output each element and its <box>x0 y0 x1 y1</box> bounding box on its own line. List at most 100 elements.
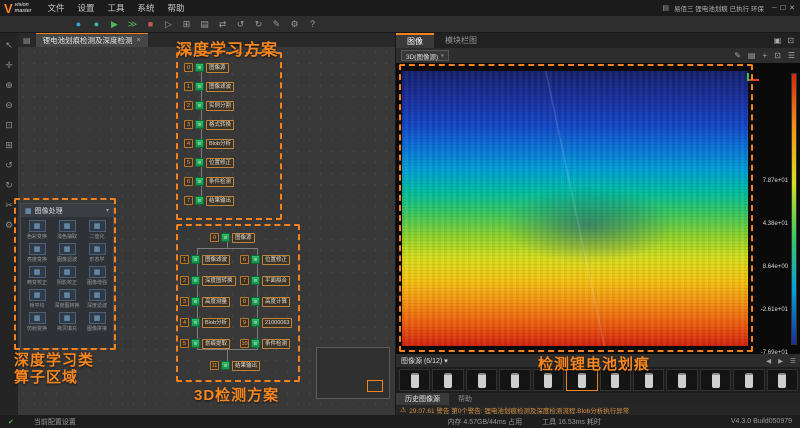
palette-item[interactable]: ▦ 畸变校正 <box>23 266 51 286</box>
viewer-tab-模块栏图[interactable]: 模块栏图 <box>434 33 488 48</box>
expand-icon[interactable]: ⊡ <box>787 36 794 45</box>
flow-node[interactable]: 1 图像滤波 <box>180 254 231 265</box>
prev-image-icon[interactable]: ◀ <box>766 357 771 365</box>
palette-item[interactable]: ▦ 图像增强 <box>83 266 111 286</box>
palette-item[interactable]: ▦ 深度滤波 <box>83 289 111 309</box>
crosshair-icon[interactable]: + <box>762 51 767 60</box>
run-once-icon[interactable]: ▶ <box>108 17 121 32</box>
redo-icon[interactable]: ↻ <box>252 17 265 32</box>
pan-icon[interactable]: ✛ <box>5 61 13 70</box>
thumbnail-2[interactable] <box>432 369 464 391</box>
swap-icon[interactable]: ⇄ <box>216 17 229 32</box>
strip-menu-icon[interactable]: ☰ <box>790 357 796 365</box>
maximize-icon[interactable]: ☐ <box>780 5 786 12</box>
thumbnail-9[interactable] <box>666 369 698 391</box>
minimize-icon[interactable]: ─ <box>772 5 777 12</box>
thumbnail-5[interactable] <box>532 369 565 391</box>
palette-item[interactable]: ▦ 色彩变换 <box>23 220 51 240</box>
palette-item[interactable]: ▦ 仿射变换 <box>23 312 51 332</box>
flow-node[interactable]: 6 位置修正 <box>240 254 291 265</box>
layers-icon[interactable]: ▤ <box>748 51 756 60</box>
flow-node[interactable]: 10 条件检测 <box>240 338 291 349</box>
camera-live-icon[interactable]: ● <box>90 17 103 32</box>
edit-icon[interactable]: ✎ <box>734 51 741 60</box>
thumbnail-11[interactable] <box>733 369 765 391</box>
thumbnail-10[interactable] <box>699 369 732 391</box>
undo-icon[interactable]: ↺ <box>5 161 13 170</box>
viewer-tab-图像[interactable]: 图像 <box>396 33 434 48</box>
thumbnail-7[interactable] <box>599 369 631 391</box>
menu-item-设置[interactable]: 设置 <box>78 2 95 14</box>
settings-gear-icon[interactable]: ⚙ <box>288 17 301 32</box>
image-source-dropdown[interactable]: 3D(图像源) ▾ <box>401 50 449 61</box>
zoom-in-icon[interactable]: ⊕ <box>5 81 13 90</box>
menu-item-工具[interactable]: 工具 <box>108 2 125 14</box>
grid-icon[interactable]: ⊞ <box>5 141 13 150</box>
stop-icon[interactable]: ■ <box>144 17 157 32</box>
flow-node[interactable]: 8 高度计算 <box>240 296 291 307</box>
tab-solution[interactable]: 锂电池划痕检测及深度检测 × <box>35 33 148 47</box>
flow-node[interactable]: 4 Blob分析 <box>180 317 231 328</box>
flow-node[interactable]: 5 位置修正 <box>184 157 235 168</box>
camera-connect-icon[interactable]: ● <box>72 17 85 32</box>
collapse-icon[interactable]: ▾ <box>106 207 109 214</box>
zoom-out-icon[interactable]: ⊖ <box>5 101 13 110</box>
image-viewer[interactable]: 7.87e+01 4.38e+01 8.64e+00 -2.61e+01 -7.69e+… <box>396 63 800 356</box>
grid-view-icon[interactable]: ⊞ <box>180 17 193 32</box>
layout-icon[interactable]: ▤ <box>198 17 211 32</box>
palette-item[interactable]: ▦ 亮度变换 <box>23 243 51 263</box>
flow-node[interactable]: 0 图像源 <box>184 62 229 73</box>
next-image-icon[interactable]: ▶ <box>778 357 783 365</box>
image-source-strip-label[interactable]: 图像源 (6/12) ▾ <box>401 356 448 366</box>
flow-node[interactable]: 2 深度图转换 <box>180 275 236 286</box>
cursor-icon[interactable]: ↖ <box>5 41 13 50</box>
flow-node[interactable]: 0 图像源 <box>210 232 255 243</box>
menu-item-文件[interactable]: 文件 <box>47 2 64 14</box>
thumbnail-3[interactable] <box>465 369 498 391</box>
edit-icon[interactable]: ✎ <box>270 17 283 32</box>
flow-node[interactable]: 2 实例分割 <box>184 100 235 111</box>
palette-item[interactable]: ▦ 二值化 <box>83 220 111 240</box>
flow-node[interactable]: 5 划痕提取 <box>180 338 231 349</box>
flow-node[interactable]: 3 高度测量 <box>180 296 231 307</box>
flow-node[interactable]: 4 Blob分析 <box>184 138 235 149</box>
palette-item[interactable]: ▦ 浅色抽取 <box>53 220 81 240</box>
pin-icon[interactable]: ▣ <box>774 36 782 45</box>
flow-node[interactable]: 1 图像滤波 <box>184 81 235 92</box>
tab-close-icon[interactable]: × <box>137 37 141 44</box>
palette-item[interactable]: ▦ 形态学 <box>83 243 111 263</box>
palette-item[interactable]: ▦ 帧平均 <box>23 289 51 309</box>
palette-item[interactable]: ▦ 图像滤波 <box>53 243 81 263</box>
thumbnail-1[interactable] <box>399 369 431 391</box>
flow-node[interactable]: 3 格式转换 <box>184 119 235 130</box>
thumbnail-4[interactable] <box>499 369 531 391</box>
minimap-viewport-rect[interactable] <box>367 380 383 392</box>
step-icon[interactable]: ▷ <box>162 17 175 32</box>
close-icon[interactable]: ✕ <box>789 5 795 12</box>
palette-header[interactable]: ▦ 图像处理 ▾ <box>21 204 113 217</box>
fit-view-icon[interactable]: ⊡ <box>5 121 13 130</box>
thumbnail-8[interactable] <box>632 369 665 391</box>
help-icon[interactable]: ? <box>306 17 319 32</box>
thumbnail-6[interactable] <box>566 369 598 391</box>
palette-item[interactable]: ▦ 深度图转换 <box>53 289 81 309</box>
bottom-tab-帮助[interactable]: 帮助 <box>449 393 481 405</box>
menu-item-帮助[interactable]: 帮助 <box>168 2 185 14</box>
menu-item-系统[interactable]: 系统 <box>138 2 155 14</box>
flow-node[interactable]: 9 21000063 <box>240 317 293 328</box>
snip-icon[interactable]: ✂ <box>5 201 13 210</box>
settings-icon[interactable]: ⚙ <box>5 221 13 230</box>
bottom-tab-历史图像源[interactable]: 历史图像源 <box>396 393 449 405</box>
undo-icon[interactable]: ↺ <box>234 17 247 32</box>
flow-node[interactable]: 11 结果输出 <box>210 360 261 371</box>
redo-icon[interactable]: ↻ <box>5 181 13 190</box>
fit-icon[interactable]: ⊡ <box>774 51 781 60</box>
flow-node[interactable]: 7 结果输出 <box>184 195 235 206</box>
overview-minimap[interactable] <box>316 347 390 399</box>
palette-item[interactable]: ▦ 图像拼接 <box>83 312 111 332</box>
flow-canvas-body[interactable]: ▦ 图像处理 ▾ ▦ 色彩变换 ▦ 浅色抽取 ▦ 二值化 ▦ 亮度变换 ▦ 图像滤波 ▦ 形态学 ▦ 畸变… <box>18 47 395 415</box>
flow-node[interactable]: 7 平面拟合 <box>240 275 291 286</box>
thumbnail-12[interactable] <box>766 369 799 391</box>
run-all-icon[interactable]: ≫ <box>126 17 139 32</box>
canvas-menu-icon[interactable]: ▤ <box>18 36 36 45</box>
